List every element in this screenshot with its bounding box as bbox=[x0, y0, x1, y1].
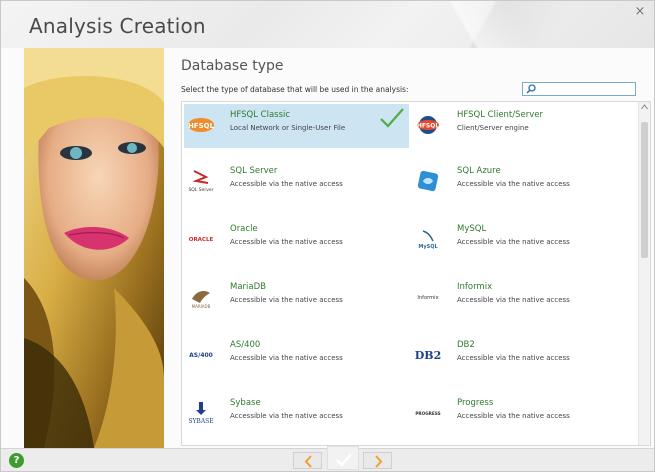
mysql-logo-icon: MySQL bbox=[413, 226, 443, 252]
list-item-db2[interactable]: DB2 DB2 Accessible via the native access bbox=[411, 334, 636, 378]
sql-azure-logo-icon bbox=[413, 168, 443, 194]
item-description: Accessible via the native access bbox=[457, 238, 570, 246]
item-description: Accessible via the native access bbox=[457, 180, 570, 188]
item-name: HFSQL Classic bbox=[230, 110, 291, 120]
as400-logo-icon: AS/400 bbox=[186, 342, 216, 368]
item-name: Sybase bbox=[230, 398, 261, 408]
svg-text:HFSQL: HFSQL bbox=[188, 122, 215, 130]
database-type-list[interactable]: HFSQL HFSQL Classic Local Network or Sin… bbox=[181, 101, 651, 446]
svg-text:SQL Server: SQL Server bbox=[188, 187, 213, 193]
item-description: Client/Server engine bbox=[457, 124, 529, 132]
list-scrollbar[interactable] bbox=[638, 102, 650, 445]
finish-button[interactable] bbox=[327, 446, 359, 470]
list-item-oracle[interactable]: ORACLE Oracle Accessible via the native … bbox=[184, 218, 409, 262]
svg-text:DB2: DB2 bbox=[415, 349, 442, 362]
close-icon[interactable]: × bbox=[632, 4, 648, 20]
list-item-informix[interactable]: Informix Informix Accessible via the nat… bbox=[411, 276, 636, 320]
list-item-sql-server[interactable]: SQL Server SQL Server Accessible via the… bbox=[184, 160, 409, 204]
informix-logo-icon: Informix bbox=[413, 284, 443, 310]
item-name: SQL Azure bbox=[457, 166, 501, 176]
item-name: AS/400 bbox=[230, 340, 261, 350]
title-bar: Analysis Creation × bbox=[1, 1, 654, 48]
previous-button[interactable] bbox=[293, 452, 322, 469]
db2-logo-icon: DB2 bbox=[413, 342, 443, 368]
list-item-hfsql-classic[interactable]: HFSQL HFSQL Classic Local Network or Sin… bbox=[184, 104, 409, 148]
hfsql-logo-icon: HFSQL bbox=[186, 112, 216, 138]
sql-server-logo-icon: SQL Server bbox=[186, 168, 216, 194]
sybase-logo-icon: SYBASE bbox=[186, 400, 216, 426]
next-button[interactable] bbox=[363, 452, 392, 469]
oracle-logo-icon: ORACLE bbox=[186, 226, 216, 252]
item-name: Oracle bbox=[230, 224, 258, 234]
analysis-creation-window: Analysis Creation × Database type Select… bbox=[0, 0, 655, 472]
item-name: Informix bbox=[457, 282, 493, 292]
search-input[interactable] bbox=[522, 82, 636, 96]
item-name: HFSQL Client/Server bbox=[457, 110, 544, 120]
item-name: DB2 bbox=[457, 340, 475, 350]
list-item-hfsql-client-server[interactable]: HFSQL HFSQL Client/Server Client/Server … bbox=[411, 104, 636, 148]
check-icon bbox=[380, 108, 404, 128]
chevron-left-icon bbox=[304, 455, 312, 468]
window-title: Analysis Creation bbox=[29, 14, 206, 38]
hfsql-cs-logo-icon: HFSQL bbox=[413, 112, 443, 138]
list-item-sql-azure[interactable]: SQL Azure Accessible via the native acce… bbox=[411, 160, 636, 204]
item-description: Accessible via the native access bbox=[230, 412, 343, 420]
item-name: SQL Server bbox=[230, 166, 278, 176]
svg-text:PROGRESS: PROGRESS bbox=[415, 411, 440, 416]
item-description: Accessible via the native access bbox=[457, 412, 570, 420]
mariadb-logo-icon: MARIADB bbox=[186, 284, 216, 310]
bottom-bar: ? bbox=[1, 446, 654, 471]
section-title: Database type bbox=[181, 58, 284, 74]
list-item-mariadb[interactable]: MARIADB MariaDB Accessible via the nativ… bbox=[184, 276, 409, 320]
list-item-as400[interactable]: AS/400 AS/400 Accessible via the native … bbox=[184, 334, 409, 378]
scroll-up-icon[interactable] bbox=[641, 104, 648, 110]
item-name: MariaDB bbox=[230, 282, 266, 292]
scrollbar-thumb[interactable] bbox=[641, 122, 648, 258]
svg-text:AS/400: AS/400 bbox=[189, 352, 213, 359]
decorative-portrait-image bbox=[24, 48, 164, 448]
item-name: Progress bbox=[457, 398, 494, 408]
svg-text:HFSQL: HFSQL bbox=[417, 123, 440, 130]
svg-text:MARIADB: MARIADB bbox=[192, 304, 211, 309]
svg-text:Informix: Informix bbox=[417, 295, 438, 301]
list-item-sybase[interactable]: SYBASE Sybase Accessible via the native … bbox=[184, 392, 409, 436]
svg-text:SYBASE: SYBASE bbox=[188, 418, 213, 425]
svg-text:ORACLE: ORACLE bbox=[189, 237, 214, 243]
list-item-mysql[interactable]: MySQL MySQL Accessible via the native ac… bbox=[411, 218, 636, 262]
check-icon bbox=[336, 453, 352, 467]
instruction-text: Select the type of database that will be… bbox=[181, 85, 409, 94]
item-description: Accessible via the native access bbox=[457, 296, 570, 304]
item-description: Accessible via the native access bbox=[230, 180, 343, 188]
main-content: Database type Select the type of databas… bbox=[164, 48, 654, 448]
search-icon bbox=[526, 84, 536, 94]
item-description: Accessible via the native access bbox=[230, 354, 343, 362]
svg-text:MySQL: MySQL bbox=[418, 244, 438, 250]
item-description: Accessible via the native access bbox=[230, 238, 343, 246]
item-name: MySQL bbox=[457, 224, 487, 234]
item-description: Accessible via the native access bbox=[230, 296, 343, 304]
list-item-progress[interactable]: PROGRESS Progress Accessible via the nat… bbox=[411, 392, 636, 436]
chevron-right-icon bbox=[375, 455, 383, 468]
help-icon[interactable]: ? bbox=[9, 453, 24, 468]
item-description: Accessible via the native access bbox=[457, 354, 570, 362]
progress-logo-icon: PROGRESS bbox=[413, 400, 443, 426]
item-description: Local Network or Single-User File bbox=[230, 124, 346, 132]
